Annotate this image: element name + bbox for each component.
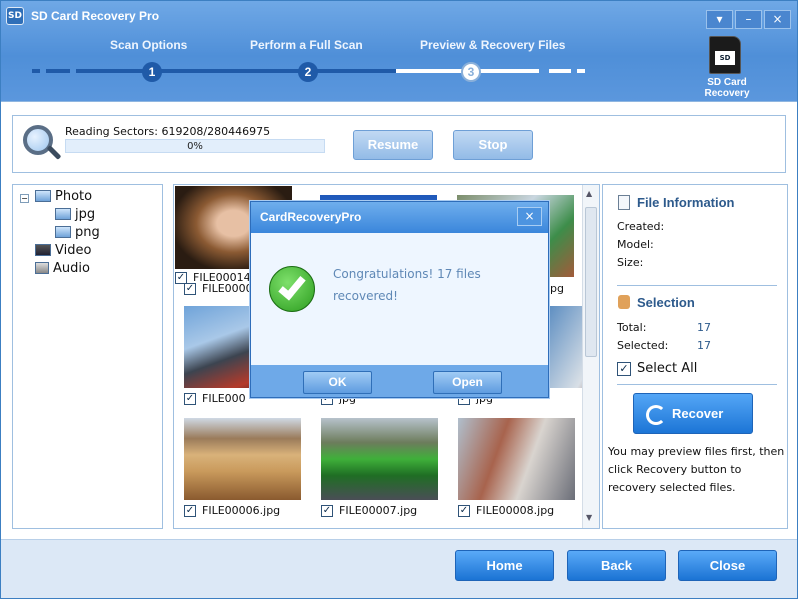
dialog-open-button[interactable]: Open: [433, 371, 502, 394]
dialog-close-button[interactable]: ×: [517, 207, 542, 226]
video-icon: [35, 244, 51, 256]
success-check-icon: [269, 266, 315, 312]
step-node-3: 3: [461, 62, 481, 82]
bottom-bar: Home Back Close: [1, 539, 797, 598]
close-window-button[interactable]: ×: [764, 10, 791, 29]
dialog-message: Congratulations! 17 files recovered!: [333, 267, 481, 303]
scrollbar-thumb[interactable]: [585, 207, 597, 357]
select-all-check[interactable]: ✓: [617, 361, 631, 376]
file-info-panel: File Information Created: Model: Size: S…: [602, 184, 788, 529]
step-label-scan-options: Scan Options: [110, 38, 188, 52]
thumbnail-file00006[interactable]: [184, 418, 301, 500]
scan-status-panel: Reading Sectors: 619208/280446975 0% Res…: [12, 115, 786, 173]
dialog-title: CardRecoveryPro: [251, 202, 548, 233]
image-file-icon: [55, 208, 71, 220]
app-logo-icon: SD: [6, 7, 24, 25]
reading-sectors-text: Reading Sectors: 619208/280446975: [65, 125, 271, 138]
total-value: 17: [697, 321, 711, 334]
progress-track-dash: [46, 69, 70, 73]
step-label-preview-recovery: Preview & Recovery Files: [420, 38, 566, 52]
size-label: Size:: [617, 256, 644, 269]
collapse-icon[interactable]: −: [20, 194, 29, 203]
select-all-checkbox[interactable]: ✓ Select All: [617, 361, 697, 376]
file-checkbox[interactable]: ✓: [321, 504, 333, 517]
created-label: Created:: [617, 220, 665, 233]
sd-card-icon: SD: [709, 36, 741, 74]
file-checkbox[interactable]: ✓: [458, 504, 470, 517]
file-checkbox[interactable]: ✓: [184, 504, 196, 517]
file-caption-partial: pg: [550, 282, 564, 295]
scan-progress-bar: 0%: [65, 139, 325, 153]
divider: [617, 384, 777, 385]
scroll-up-arrow-icon[interactable]: ▲: [586, 189, 592, 198]
tree-item-jpg[interactable]: jpg: [55, 205, 95, 223]
recover-note: You may preview files first, then click …: [608, 445, 785, 494]
progress-percent: 0%: [187, 141, 203, 152]
total-label: Total:: [617, 321, 647, 334]
file-caption-file00007: ✓ FILE00007.jpg: [321, 504, 418, 517]
folder-icon: [35, 190, 51, 202]
app-window: SD SD Card Recovery Pro ▾ – × Scan Optio…: [0, 0, 798, 599]
step-label-full-scan: Perform a Full Scan: [250, 38, 363, 52]
file-caption-file00006: ✓ FILE00006.jpg: [184, 504, 281, 517]
file-checkbox[interactable]: ✓: [184, 392, 196, 405]
stop-button[interactable]: Stop: [453, 130, 533, 160]
thumbnail-file00007[interactable]: [321, 418, 438, 500]
document-icon: [618, 195, 630, 210]
file-type-tree: − Photo jpg png Video Audio: [12, 184, 163, 529]
recover-button[interactable]: Recover: [633, 393, 753, 434]
gallery-scrollbar[interactable]: ▲ ▼: [582, 185, 599, 528]
tree-item-video[interactable]: Video: [35, 241, 91, 259]
progress-track-dash: [32, 69, 40, 73]
close-button[interactable]: Close: [678, 550, 777, 581]
file-caption-row2-col1: ✓ FILE000: [184, 392, 246, 405]
selection-heading: Selection: [637, 295, 695, 310]
progress-track-dash: [577, 69, 585, 73]
back-button[interactable]: Back: [567, 550, 666, 581]
header-bar: SD SD Card Recovery Pro ▾ – × Scan Optio…: [1, 1, 797, 101]
dialog-footer: OK Open: [251, 365, 548, 397]
window-title: SD Card Recovery Pro: [31, 9, 160, 23]
progress-track-dash: [549, 69, 571, 73]
image-file-icon: [55, 226, 71, 238]
product-caption: SD Card Recovery: [704, 77, 750, 99]
tree-item-photo[interactable]: Photo: [35, 187, 92, 205]
dialog-body: Congratulations! 17 files recovered!: [251, 233, 548, 365]
tree-item-audio[interactable]: Audio: [35, 259, 90, 277]
magnifier-handle: [46, 145, 62, 160]
divider: [617, 285, 777, 286]
minimize-button[interactable]: –: [735, 10, 762, 29]
step-node-1: 1: [142, 62, 162, 82]
scroll-down-arrow-icon[interactable]: ▼: [586, 513, 592, 522]
progress-track-done: [76, 69, 396, 73]
resume-button[interactable]: Resume: [353, 130, 433, 160]
recovery-complete-dialog: CardRecoveryPro × Congratulations! 17 fi…: [250, 201, 549, 398]
menu-dropdown-button[interactable]: ▾: [706, 10, 733, 29]
selected-label: Selected:: [617, 339, 669, 352]
model-label: Model:: [617, 238, 654, 251]
speaker-icon: [35, 262, 49, 274]
home-button[interactable]: Home: [455, 550, 554, 581]
file-caption-file0000: ✓ FILE0000: [184, 282, 253, 295]
file-information-heading: File Information: [637, 195, 735, 210]
file-caption-file00008: ✓ FILE00008.jpg: [458, 504, 555, 517]
selected-value: 17: [697, 339, 711, 352]
tree-item-png[interactable]: png: [55, 223, 100, 241]
dialog-ok-button[interactable]: OK: [303, 371, 372, 394]
file-checkbox[interactable]: ✓: [184, 282, 196, 295]
refresh-icon: [646, 405, 666, 425]
thumbnail-file00008[interactable]: [458, 418, 575, 500]
step-node-2: 2: [298, 62, 318, 82]
window-controls: ▾ – ×: [706, 10, 791, 29]
hand-pointer-icon: [618, 295, 630, 309]
